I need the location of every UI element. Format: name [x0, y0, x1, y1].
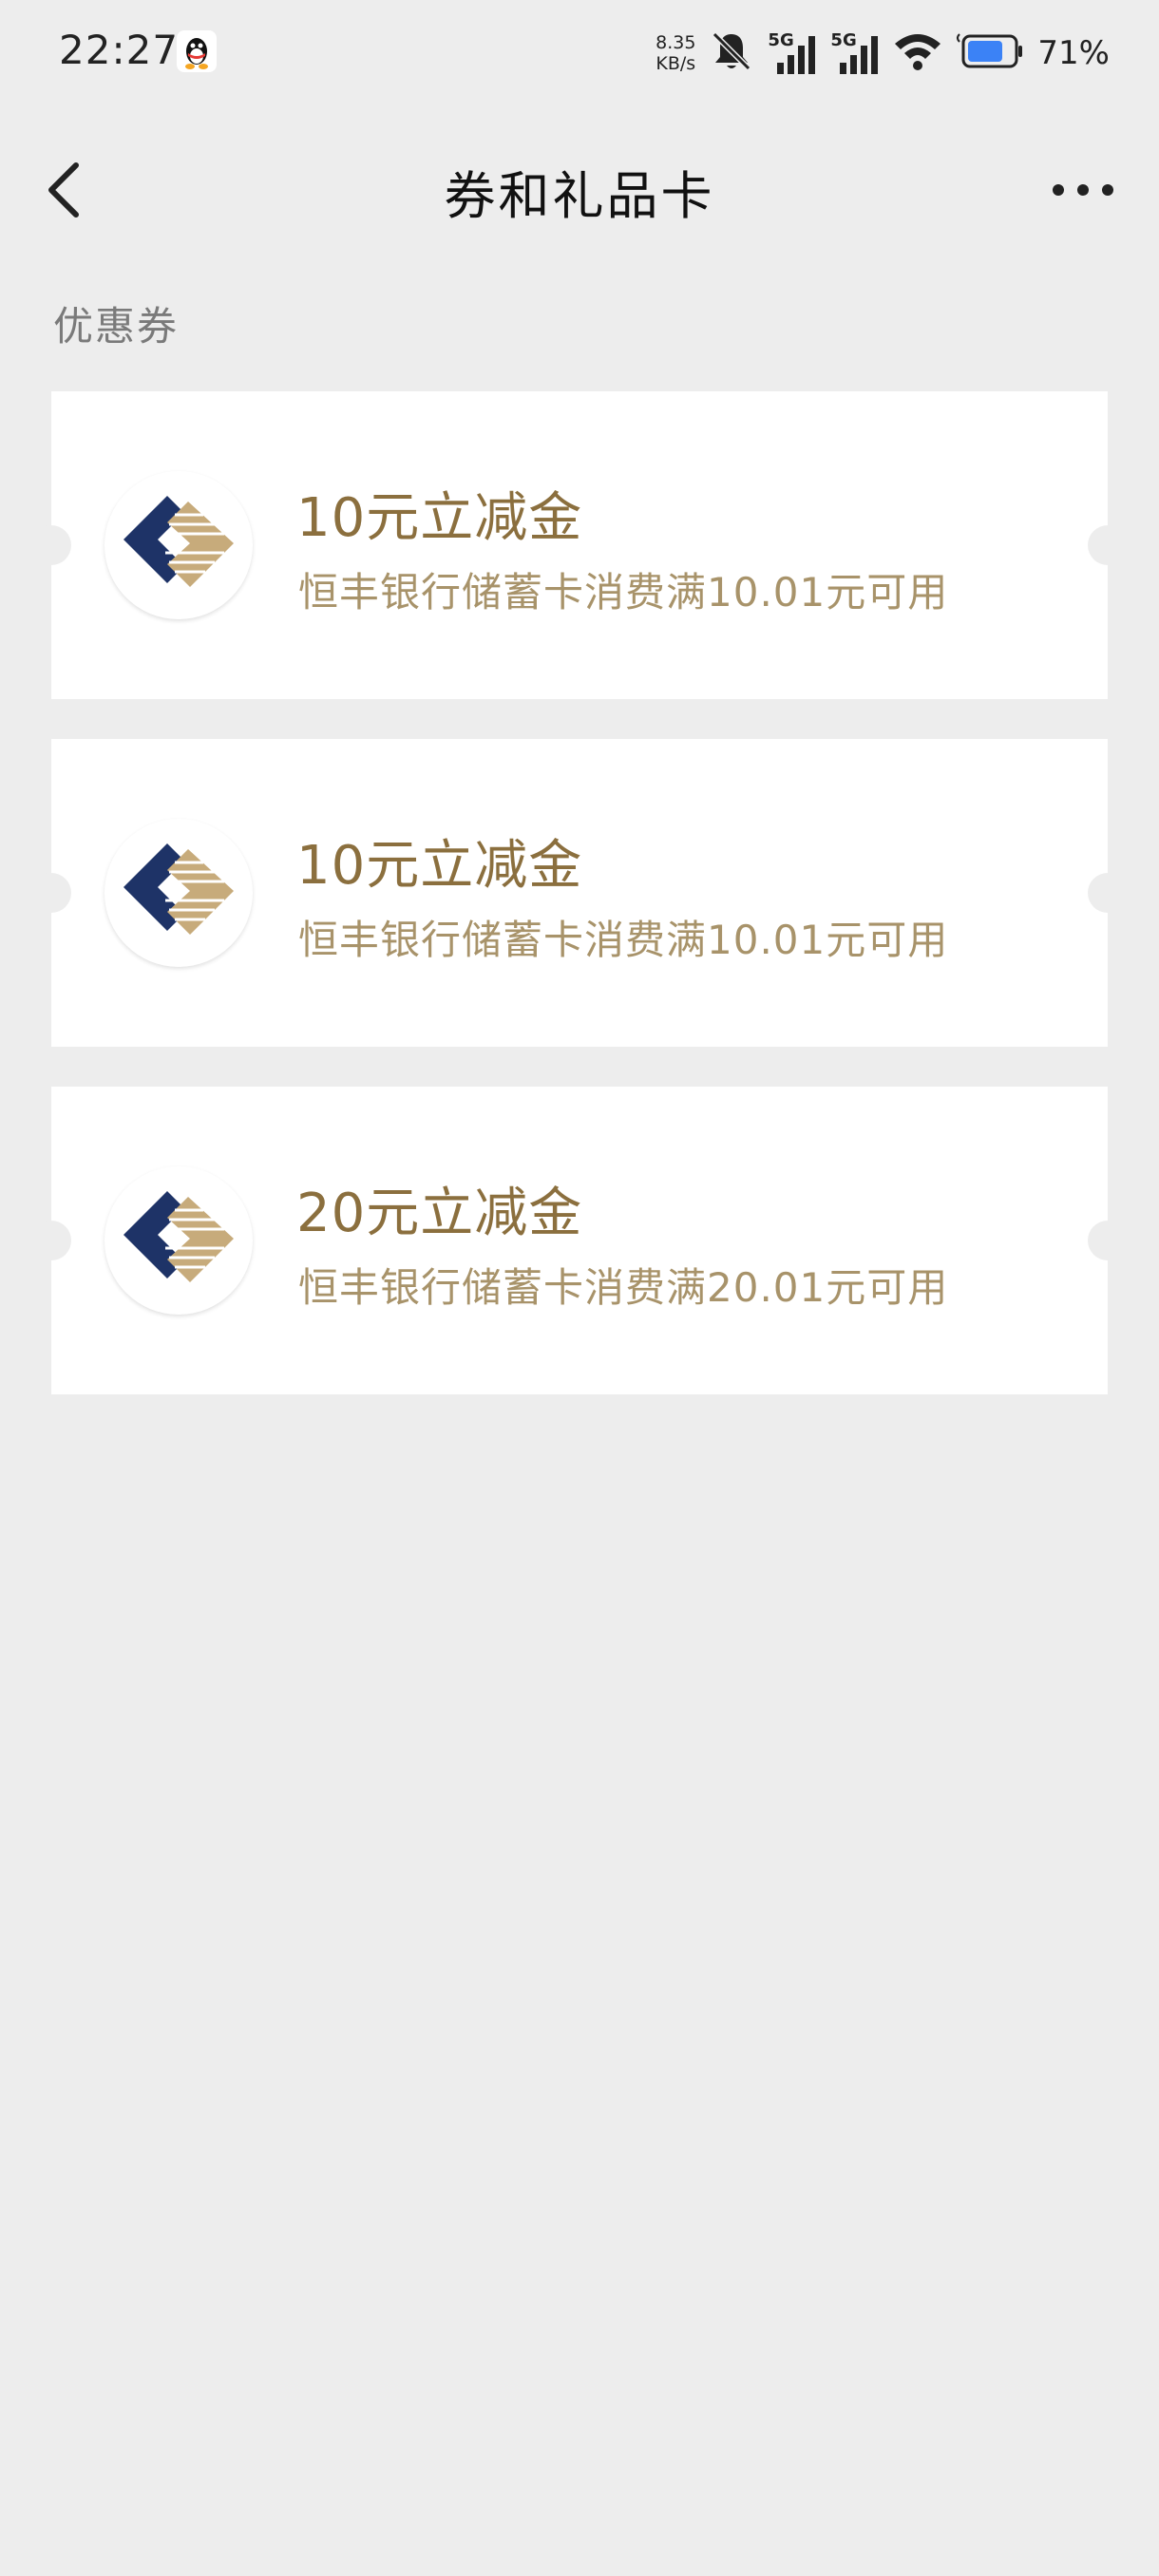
coupon-card[interactable]: 10元立减金 恒丰银行储蓄卡消费满10.01元可用 [31, 391, 1128, 699]
hengfeng-bank-logo-icon [124, 1191, 234, 1282]
bank-logo [104, 819, 253, 967]
ticket-notch-right [1088, 1221, 1128, 1260]
net-speed-value: 8.35 [656, 32, 696, 53]
sim1-signal: 5G [768, 30, 817, 76]
page-title: 券和礼品卡 [444, 166, 715, 226]
net-speed-unit: KB/s [656, 53, 696, 74]
coupon-card[interactable]: 10元立减金 恒丰银行储蓄卡消费满10.01元可用 [31, 739, 1128, 1047]
net-speed: 8.35 KB/s [656, 32, 695, 74]
coupon-card[interactable]: 20元立减金 恒丰银行储蓄卡消费满20.01元可用 [31, 1087, 1128, 1394]
status-icons: 8.35 KB/s 5G 5G 71% [656, 25, 1110, 82]
more-button[interactable] [1045, 171, 1121, 209]
coupon-list: 10元立减金 恒丰银行储蓄卡消费满10.01元可用 10元立减金 恒丰银行储蓄卡… [31, 391, 1128, 1434]
section-label-coupons: 优惠券 [53, 303, 180, 350]
battery-percentage: 71% [1037, 34, 1110, 72]
battery-icon [956, 32, 1024, 74]
nav-bar: 券和礼品卡 [0, 133, 1159, 247]
ticket-notch-right [1088, 525, 1128, 565]
hengfeng-bank-logo-icon [124, 843, 234, 935]
coupon-description: 恒丰银行储蓄卡消费满20.01元可用 [298, 1264, 949, 1311]
signal-icon [777, 36, 816, 74]
coupon-description: 恒丰银行储蓄卡消费满10.01元可用 [298, 569, 949, 616]
coupon-title: 20元立减金 [296, 1183, 583, 1244]
bank-logo [104, 471, 253, 619]
status-time: 22:27 [59, 27, 180, 73]
coupon-description: 恒丰银行储蓄卡消费满10.01元可用 [298, 917, 949, 963]
ticket-notch-right [1088, 873, 1128, 913]
sim2-signal: 5G [830, 30, 880, 76]
ticket-notch-left [31, 1221, 71, 1260]
signal-icon [840, 36, 879, 74]
qq-icon [177, 30, 217, 72]
more-icon [1053, 184, 1113, 196]
status-bar: 22:27 8.35 KB/s 5G 5G 71% [0, 0, 1159, 104]
ticket-notch-left [31, 525, 71, 565]
mute-icon [709, 28, 754, 78]
ticket-notch-left [31, 873, 71, 913]
hengfeng-bank-logo-icon [124, 496, 234, 587]
coupon-title: 10元立减金 [296, 487, 583, 549]
wifi-icon [893, 30, 942, 76]
coupon-title: 10元立减金 [296, 835, 583, 897]
bank-logo [104, 1166, 253, 1315]
